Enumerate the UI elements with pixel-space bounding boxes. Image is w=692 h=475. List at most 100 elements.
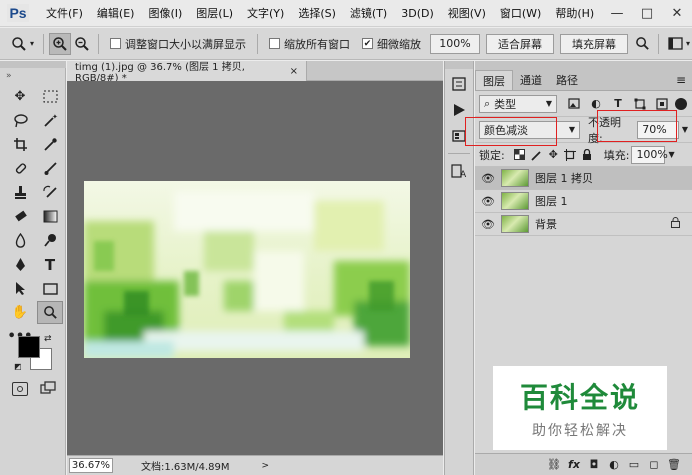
resize-windows-option[interactable]: 调整窗口大小以满屏显示 <box>110 36 246 52</box>
zoom-out-icon[interactable] <box>71 33 93 55</box>
menu-file[interactable]: 文件(F) <box>39 0 90 27</box>
layer-row-background[interactable]: 👁 背景 <box>475 213 692 236</box>
lock-position-icon[interactable]: ✥ <box>545 146 562 163</box>
hand-tool-icon[interactable]: ✋ <box>7 301 33 324</box>
history-panel-icon[interactable] <box>448 73 470 95</box>
menu-window[interactable]: 窗口(W) <box>493 0 548 27</box>
layer-row-layer1[interactable]: 👁 图层 1 <box>475 190 692 213</box>
lock-transparent-pixels-icon[interactable] <box>511 146 528 163</box>
fill-screen-button[interactable]: 填充屏幕 <box>560 33 629 54</box>
zoom-tool-preset-icon[interactable] <box>8 33 30 55</box>
delete-layer-icon[interactable]: 🗑 <box>664 458 684 471</box>
eyedropper-tool-icon[interactable] <box>37 133 63 156</box>
menu-filter[interactable]: 滤镜(T) <box>343 0 394 27</box>
visibility-eye-icon[interactable]: 👁 <box>475 218 501 231</box>
fit-screen-button[interactable]: 适合屏幕 <box>486 33 555 54</box>
gradient-tool-icon[interactable] <box>37 205 63 228</box>
clone-stamp-tool-icon[interactable] <box>7 181 33 204</box>
scrubby-zoom-option[interactable]: ✔ 细微缩放 <box>362 36 421 52</box>
filter-pixel-icon[interactable] <box>565 95 583 113</box>
layer-style-icon[interactable]: fx <box>564 458 584 471</box>
tab-layers[interactable]: 图层 <box>475 70 513 90</box>
foreground-color-swatch[interactable] <box>18 336 40 358</box>
history-brush-tool-icon[interactable] <box>37 181 63 204</box>
tab-paths[interactable]: 路径 <box>549 70 585 90</box>
mini-panel-header <box>445 61 473 69</box>
maximize-button[interactable]: □ <box>632 0 662 27</box>
brush-tool-icon[interactable] <box>37 157 63 180</box>
menu-layer[interactable]: 图层(L) <box>189 0 240 27</box>
menu-help[interactable]: 帮助(H) <box>548 0 601 27</box>
canvas-area[interactable] <box>67 81 443 455</box>
close-tab-icon[interactable]: × <box>290 66 298 77</box>
toolbox-collapse-icon[interactable]: » <box>6 71 12 81</box>
new-group-icon[interactable]: ▭ <box>624 458 644 471</box>
panel-menu-icon[interactable]: ≡ <box>676 73 686 87</box>
menu-image[interactable]: 图像(I) <box>141 0 189 27</box>
scrubby-zoom-checkbox[interactable]: ✔ <box>362 38 374 49</box>
menu-view[interactable]: 视图(V) <box>441 0 493 27</box>
fill-slider-arrow-icon[interactable]: ▼ <box>668 150 674 159</box>
adjustment-layer-icon[interactable]: ◐ <box>604 458 624 471</box>
menu-select[interactable]: 选择(S) <box>291 0 343 27</box>
visibility-eye-icon[interactable]: 👁 <box>475 172 501 185</box>
swap-colors-icon[interactable]: ⇄ <box>44 334 52 344</box>
zoom-all-windows-option[interactable]: 缩放所有窗口 <box>269 36 350 52</box>
zoom-level-field[interactable]: 36.67% <box>69 458 113 473</box>
lock-image-pixels-icon[interactable] <box>528 146 545 163</box>
search-icon[interactable] <box>631 33 653 55</box>
crop-tool-icon[interactable] <box>7 133 33 156</box>
type-tool-icon[interactable]: T <box>37 253 63 276</box>
dodge-tool-icon[interactable] <box>37 229 63 252</box>
close-button[interactable]: ✕ <box>662 0 692 27</box>
lasso-tool-icon[interactable] <box>7 109 33 132</box>
lock-all-icon[interactable] <box>579 146 596 163</box>
zoom-tool-icon[interactable] <box>37 301 63 324</box>
menu-type[interactable]: 文字(Y) <box>240 0 291 27</box>
zoom-all-windows-label: 缩放所有窗口 <box>284 37 351 51</box>
resize-windows-checkbox[interactable] <box>110 38 122 49</box>
tab-channels[interactable]: 通道 <box>513 70 549 90</box>
menu-edit[interactable]: 编辑(E) <box>90 0 142 27</box>
panel-tabs: 图层 通道 路径 ≡ <box>475 69 692 91</box>
status-menu-arrow-icon[interactable]: > <box>261 461 269 471</box>
screen-mode-icon[interactable] <box>40 381 56 395</box>
magic-wand-tool-icon[interactable]: ✦ <box>37 109 63 132</box>
layers-panel-footer: ⛓ fx ◘ ◐ ▭ ◻ 🗑 <box>475 453 692 475</box>
character-panel-icon[interactable]: A <box>448 160 470 182</box>
healing-brush-tool-icon[interactable] <box>7 157 33 180</box>
visibility-eye-icon[interactable]: 👁 <box>475 195 501 208</box>
opacity-slider-arrow-icon[interactable]: ▼ <box>682 125 688 134</box>
window-controls: — □ ✕ <box>602 0 692 27</box>
lock-artboard-icon[interactable] <box>562 146 579 163</box>
layer-filter-kind-select[interactable]: ⌕ 类型 ▼ <box>479 94 557 113</box>
layer-row-layer1-copy[interactable]: 👁 图层 1 拷贝 <box>475 167 692 190</box>
link-layers-icon[interactable]: ⛓ <box>544 458 564 471</box>
document-tab-bar: timg (1).jpg @ 36.7% (图层 1 拷贝, RGB/8#) *… <box>67 61 443 84</box>
new-layer-icon[interactable]: ◻ <box>644 458 664 471</box>
marquee-tool-icon[interactable] <box>37 85 63 108</box>
add-mask-icon[interactable]: ◘ <box>584 458 604 471</box>
status-bar: 36.67% 文档:1.63M/4.89M > <box>67 455 443 475</box>
fill-field[interactable]: 100% <box>631 145 668 164</box>
minimize-button[interactable]: — <box>602 0 632 27</box>
zoom-all-windows-checkbox[interactable] <box>269 38 281 49</box>
workspace-icon[interactable] <box>664 33 686 55</box>
path-selection-tool-icon[interactable] <box>7 277 33 300</box>
fill-label: 填充: <box>603 148 630 162</box>
zoom-in-icon[interactable] <box>49 32 72 55</box>
menu-3d[interactable]: 3D(D) <box>394 0 441 27</box>
document-image[interactable] <box>84 181 410 358</box>
zoom-percent-field[interactable]: 100% <box>430 33 481 54</box>
document-tab[interactable]: timg (1).jpg @ 36.7% (图层 1 拷贝, RGB/8#) *… <box>67 61 307 84</box>
pen-tool-icon[interactable] <box>7 253 33 276</box>
rectangle-tool-icon[interactable] <box>37 277 63 300</box>
layer-name: 背景 <box>535 218 557 231</box>
eraser-tool-icon[interactable] <box>7 205 33 228</box>
default-colors-icon[interactable]: ◩ <box>14 362 22 371</box>
move-tool-icon[interactable]: ✥ <box>7 85 33 108</box>
quick-mask-icon[interactable] <box>12 382 28 396</box>
lock-label: 锁定: <box>479 148 505 162</box>
blur-tool-icon[interactable] <box>7 229 33 252</box>
filter-toggle-icon[interactable] <box>675 97 687 110</box>
